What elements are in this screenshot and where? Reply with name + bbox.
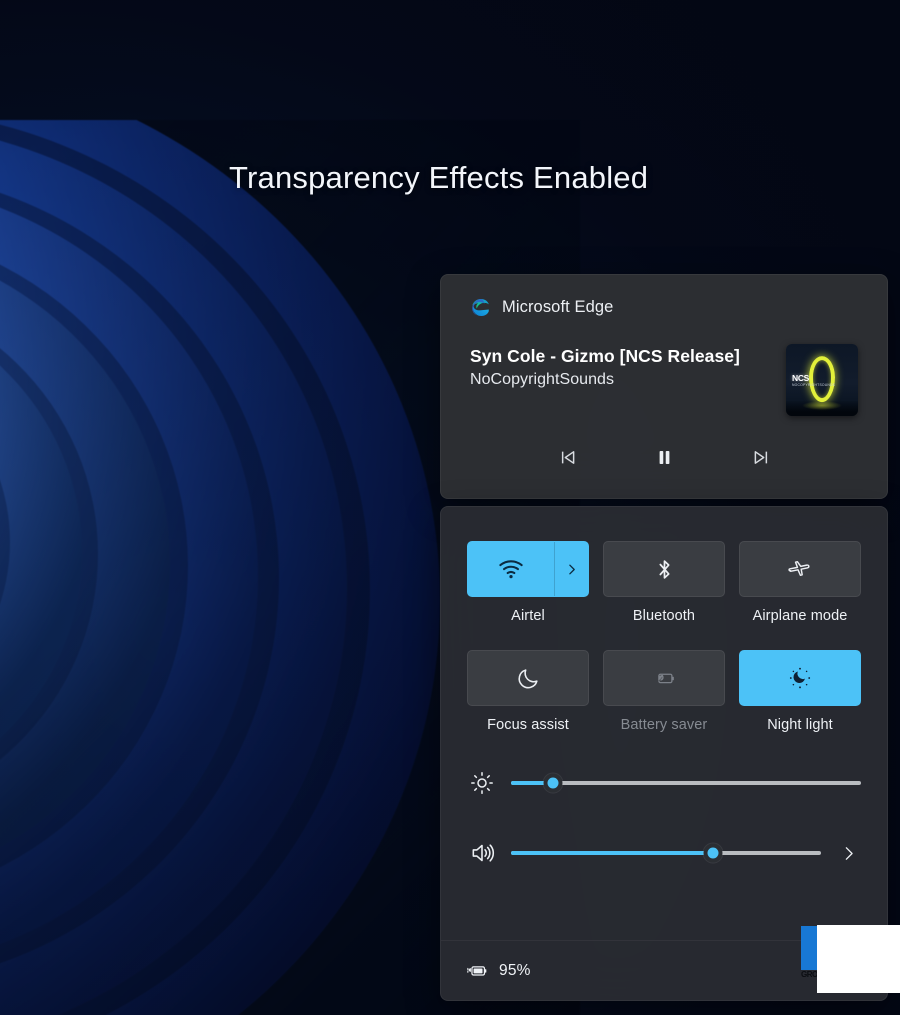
track-artist: NoCopyrightSounds xyxy=(470,371,615,388)
battery-leaf-icon xyxy=(658,673,674,684)
volume-icon-wrap xyxy=(467,838,497,868)
media-controls xyxy=(470,440,858,474)
page-title: Transparency Effects Enabled xyxy=(229,160,649,195)
bluetooth-tile[interactable] xyxy=(603,541,725,597)
white-overlay-artifact xyxy=(817,925,900,993)
volume-slider[interactable] xyxy=(511,843,821,863)
pause-icon xyxy=(659,450,669,464)
quick-settings-tiles-row-1: Airtel Bluetooth Airplane mode xyxy=(467,541,861,624)
album-art-logo-sub: NOCOPYRIGHTSOUNDS xyxy=(792,383,836,387)
volume-slider-thumb[interactable] xyxy=(703,843,722,863)
battery-saver-tile-label: Battery saver xyxy=(620,717,708,733)
tile-cell-night-light: Night light xyxy=(739,650,861,733)
track-title: Syn Cole - Gizmo [NCS Release] xyxy=(470,346,740,366)
quick-settings-tiles-row-2: Focus assist Battery saver Night light xyxy=(467,650,861,733)
focus-assist-tile[interactable] xyxy=(467,650,589,706)
taskbar-app-icon-caption: GRO xyxy=(801,970,818,979)
track-text: Syn Cole - Gizmo [NCS Release] NoCopyrig… xyxy=(470,344,740,389)
chevron-right-icon xyxy=(845,846,853,860)
bluetooth-tile-label: Bluetooth xyxy=(632,608,696,624)
tile-cell-airplane: Airplane mode xyxy=(739,541,861,624)
desktop-screen: Transparency Effects Enabled Microsoft E… xyxy=(0,0,900,1015)
media-app-name: Microsoft Edge xyxy=(502,298,614,316)
airplane-mode-tile[interactable] xyxy=(739,541,861,597)
tile-cell-battery-saver: Battery saver xyxy=(603,650,725,733)
night-light-tile[interactable] xyxy=(739,650,861,706)
brightness-slider-thumb[interactable] xyxy=(543,773,563,793)
wifi-tile-label: Airtel xyxy=(511,608,545,624)
tile-cell-focus-assist: Focus assist xyxy=(467,650,589,733)
wifi-icon xyxy=(499,560,523,579)
volume-output-picker-button[interactable] xyxy=(835,845,861,862)
battery-charging-icon xyxy=(467,966,487,976)
night-light-icon xyxy=(789,667,811,689)
quick-settings-body: Airtel Bluetooth Airplane mode Focus ass… xyxy=(441,507,887,940)
tile-cell-wifi: Airtel xyxy=(467,541,589,624)
battery-status: 95% xyxy=(465,958,531,983)
chevron-right-icon xyxy=(569,564,575,574)
next-track-button[interactable] xyxy=(744,440,778,474)
track-info-block: Syn Cole - Gizmo [NCS Release] NoCopyrig… xyxy=(470,344,858,416)
volume-icon xyxy=(472,844,495,862)
album-art-logo: NCS xyxy=(792,373,810,383)
battery-saver-tile[interactable] xyxy=(603,650,725,706)
wifi-tile[interactable] xyxy=(467,541,589,597)
brightness-slider-row xyxy=(467,768,861,798)
wifi-tile-main[interactable] xyxy=(468,542,554,596)
battery-percent-label: 95% xyxy=(499,961,531,979)
bluetooth-icon xyxy=(658,559,670,579)
moon-icon xyxy=(518,668,538,688)
media-player-panel: Microsoft Edge Syn Cole - Gizmo [NCS Rel… xyxy=(440,274,888,499)
previous-track-button[interactable] xyxy=(550,440,584,474)
airplane-icon xyxy=(787,560,810,576)
pause-button[interactable] xyxy=(647,440,681,474)
album-art: NCS NOCOPYRIGHTSOUNDS xyxy=(786,344,858,416)
focus-assist-tile-label: Focus assist xyxy=(487,717,569,733)
brightness-icon-wrap xyxy=(467,768,497,798)
night-light-tile-label: Night light xyxy=(767,717,833,733)
skip-next-icon xyxy=(754,450,767,464)
album-art-glow xyxy=(802,401,842,410)
edge-icon xyxy=(472,298,489,317)
volume-slider-fill xyxy=(511,851,713,855)
airplane-mode-tile-label: Airplane mode xyxy=(752,608,848,624)
tile-cell-bluetooth: Bluetooth xyxy=(603,541,725,624)
album-art-ring xyxy=(809,356,835,403)
media-app-row: Microsoft Edge xyxy=(470,297,858,318)
brightness-icon xyxy=(471,772,493,794)
brightness-slider[interactable] xyxy=(511,773,861,793)
wifi-tile-expand-button[interactable] xyxy=(554,542,588,596)
volume-slider-row xyxy=(467,838,861,868)
skip-previous-icon xyxy=(561,450,574,464)
